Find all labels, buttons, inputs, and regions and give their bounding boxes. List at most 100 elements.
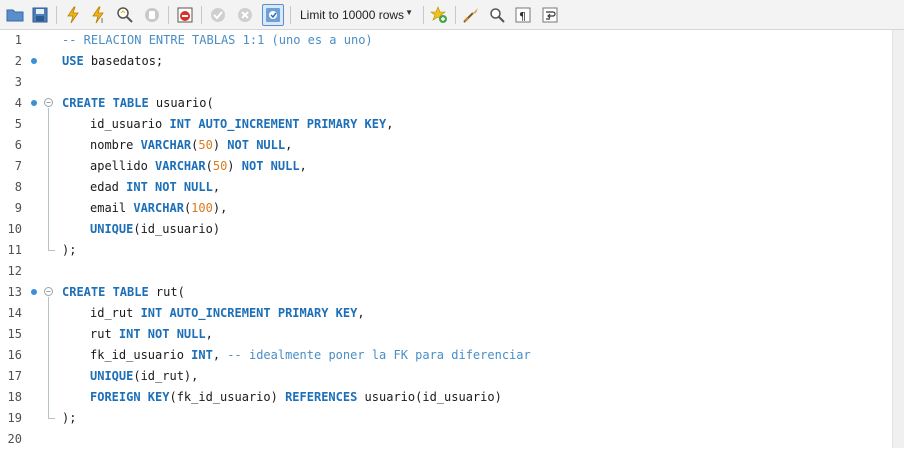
execute-icon[interactable] [62,4,84,26]
sql-keyword: NOT NULL [227,138,286,152]
line-number: 3 [14,75,22,89]
line-number: 12 [7,264,22,278]
code-line[interactable]: 2 USE basedatos; [0,51,892,72]
code-text: fk_id_usuario INT, -- idealmente poner l… [90,345,531,366]
line-number: 13 [7,285,22,299]
sql-keyword: INT AUTO_INCREMENT PRIMARY KEY [169,117,387,131]
sql-comment: -- idealmente poner la FK para diferenci… [227,348,531,362]
limit-rows-value: Limit to 10000 rows [300,8,405,22]
line-number: 16 [7,348,22,362]
code-line[interactable]: 7 apellido VARCHAR(50) NOT NULL, [0,156,892,177]
code-line[interactable]: 14 id_rut INT AUTO_INCREMENT PRIMARY KEY, [0,303,892,324]
sql-keyword: INT AUTO_INCREMENT PRIMARY KEY [140,306,358,320]
code-text: id_usuario INT AUTO_INCREMENT PRIMARY KE… [90,114,393,135]
sql-keyword: REFERENCES [285,390,358,404]
code-line[interactable]: 3 [0,72,892,93]
line-number: 9 [14,201,22,215]
code-line[interactable]: 6 nombre VARCHAR(50) NOT NULL, [0,135,892,156]
code-text: ); [62,240,76,261]
sql-text: id_usuario [90,117,170,131]
sql-number: 100 [191,201,213,215]
sql-text: fk_id_usuario [90,348,192,362]
code-line[interactable]: 9 email VARCHAR(100), [0,198,892,219]
beautify-icon[interactable] [460,4,482,26]
code-text: id_rut INT AUTO_INCREMENT PRIMARY KEY, [90,303,365,324]
sql-text: , [205,327,213,341]
code-line[interactable]: 11); [0,108,892,261]
code-line[interactable]: 5 id_usuario INT AUTO_INCREMENT PRIMARY K… [0,114,892,135]
sql-keyword: VARCHAR [133,201,184,215]
line-number: 10 [7,222,22,236]
word-wrap-icon[interactable] [539,4,561,26]
vertical-scrollbar[interactable] [892,30,904,448]
rollback-icon[interactable] [234,4,256,26]
sql-text: (fk_id_usuario) [169,390,286,404]
commit-icon[interactable] [207,4,229,26]
fold-collapse-icon[interactable]: − [44,287,53,296]
fold-guide-line [48,297,49,412]
sql-text: ) [227,159,242,173]
open-file-icon[interactable] [4,4,26,26]
code-line[interactable]: 18 FOREIGN KEY(fk_id_usuario) REFERENCES … [0,387,892,408]
code-line[interactable]: 17 UNIQUE(id_rut), [0,366,892,387]
autocommit-icon[interactable] [262,4,284,26]
line-number: 1 [14,33,22,47]
statement-marker-icon [31,289,37,295]
code-line[interactable]: 8 edad INT NOT NULL, [0,177,892,198]
code-text: rut INT NOT NULL, [90,324,213,345]
sql-text: ); [62,411,77,425]
code-line[interactable]: 4 − CREATE TABLE usuario( [0,93,892,114]
sql-text: email [90,201,134,215]
limit-rows-select[interactable]: Limit to 10000 rows ▼ [295,5,419,25]
sql-keyword: FOREIGN KEY [90,390,170,404]
toggle-error-stop-icon[interactable] [174,4,196,26]
code-line[interactable]: 13 − CREATE TABLE rut( [0,282,892,303]
sql-text: ( [205,159,213,173]
code-line[interactable]: 15 rut INT NOT NULL, [0,324,892,345]
line-number: 6 [14,138,22,152]
explain-icon[interactable] [114,4,136,26]
fold-collapse-icon[interactable]: − [44,98,53,107]
code-text: email VARCHAR(100), [90,198,227,219]
line-number: 19 [7,411,22,425]
stop-icon[interactable] [141,4,163,26]
execute-current-icon[interactable]: I [88,4,110,26]
code-text: CREATE TABLE rut( [62,282,185,303]
code-line[interactable]: 12 [0,261,892,282]
line-number: 15 [7,327,22,341]
sql-text: ), [212,201,228,215]
fold-guide-line [48,108,49,244]
line-number: 2 [14,54,22,68]
code-text: -- RELACION ENTRE TABLAS 1:1 (uno es a u… [62,30,373,51]
sql-keyword: INT [191,348,213,362]
sql-text: rut [90,327,119,341]
code-text: apellido VARCHAR(50) NOT NULL, [90,156,307,177]
sql-text: , [386,117,394,131]
code-text: CREATE TABLE usuario( [62,93,214,114]
sql-editor[interactable]: 1 -- RELACION ENTRE TABLAS 1:1 (uno es a … [0,30,892,448]
code-text: nombre VARCHAR(50) NOT NULL, [90,135,292,156]
sql-keyword: VARCHAR [140,138,192,152]
code-line[interactable]: 1 -- RELACION ENTRE TABLAS 1:1 (uno es a … [0,30,892,51]
code-line[interactable]: 20 [0,429,892,450]
invisible-chars-icon[interactable]: ¶ [512,4,534,26]
save-icon[interactable] [29,4,51,26]
code-text: ); [62,408,76,429]
sql-text: , [285,138,293,152]
line-number: 20 [7,432,22,446]
sql-comment: -- RELACION ENTRE TABLAS 1:1 (uno es a u… [62,33,373,47]
sql-keyword: UNIQUE [90,369,134,383]
sql-keyword: INT NOT NULL [118,327,206,341]
code-line[interactable]: 16 fk_id_usuario INT, -- idealmente poner… [0,345,892,366]
sql-keyword: NOT NULL [241,159,300,173]
sql-text: id_rut [90,306,141,320]
find-icon[interactable] [486,4,508,26]
code-text: USE basedatos; [62,51,163,72]
fold-end-marker [48,412,55,419]
code-text: edad INT NOT NULL, [90,177,220,198]
add-snippet-icon[interactable] [428,4,450,26]
code-line[interactable]: 10 UNIQUE(id_usuario) [0,219,892,240]
sql-text: nombre [90,138,141,152]
line-number: 7 [14,159,22,173]
code-line[interactable]: 19); [0,297,892,429]
